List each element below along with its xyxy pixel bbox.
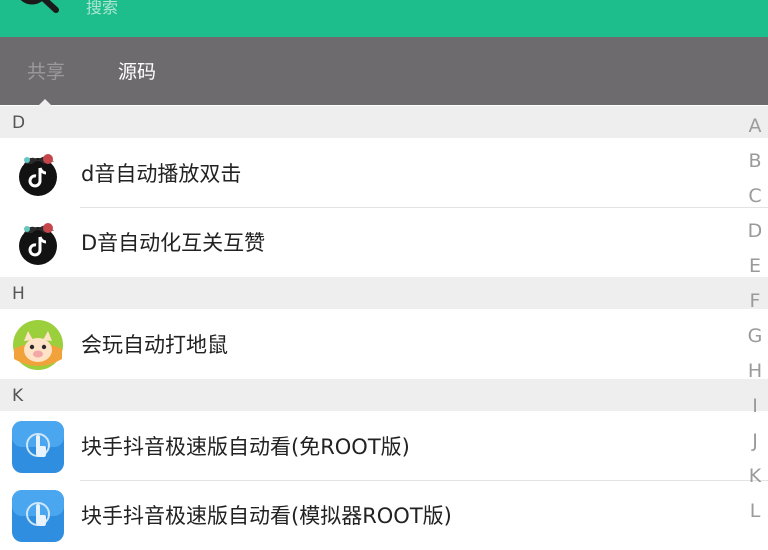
tiktok-ninja-icon: [19, 154, 57, 196]
search-input[interactable]: 搜索: [86, 0, 118, 18]
touch-gesture-icon: [12, 490, 64, 542]
app-name: D音自动化互关互赞: [81, 231, 266, 255]
section-letter: D: [12, 113, 26, 133]
list-item[interactable]: 块手抖音极速版自动看(免ROOT版): [0, 412, 768, 481]
index-letter-f[interactable]: F: [742, 290, 768, 312]
alphabet-index[interactable]: A B C D E F G H I J K L: [742, 108, 768, 522]
index-letter-a[interactable]: A: [742, 115, 768, 137]
index-letter-g[interactable]: G: [742, 325, 768, 347]
list-item[interactable]: d音自动播放双击: [0, 139, 768, 208]
app-name: 块手抖音极速版自动看(免ROOT版): [81, 435, 410, 459]
list-item[interactable]: 块手抖音极速版自动看(模拟器ROOT版): [0, 481, 768, 550]
touch-gesture-icon: [12, 421, 64, 473]
search-icon[interactable]: [14, 0, 70, 26]
index-letter-d[interactable]: D: [742, 220, 768, 242]
cartoon-pig-icon: [13, 320, 63, 370]
section-header-k: K: [0, 379, 768, 411]
section-letter: H: [12, 284, 25, 304]
list-item[interactable]: D音自动化互关互赞: [0, 208, 768, 277]
index-letter-c[interactable]: C: [742, 185, 768, 207]
index-letter-i[interactable]: I: [742, 395, 768, 417]
section-header-h: H: [0, 277, 768, 309]
app-name: d音自动播放双击: [81, 162, 242, 186]
tab-shared[interactable]: 共享: [27, 61, 65, 83]
app-name: 块手抖音极速版自动看(模拟器ROOT版): [81, 504, 452, 528]
index-letter-h[interactable]: H: [742, 360, 768, 382]
tab-bar: 共享 源码: [0, 37, 768, 106]
list-item[interactable]: 会玩自动打地鼠: [0, 310, 768, 379]
index-letter-b[interactable]: B: [742, 150, 768, 172]
app-name: 会玩自动打地鼠: [81, 333, 228, 357]
section-letter: K: [12, 386, 24, 406]
section-header-d: D: [0, 106, 768, 138]
search-bar[interactable]: 搜索: [0, 0, 768, 37]
tab-indicator: [38, 99, 52, 106]
tab-source-code[interactable]: 源码: [118, 61, 156, 83]
index-letter-j[interactable]: J: [742, 430, 768, 452]
index-letter-k[interactable]: K: [742, 465, 768, 487]
index-letter-e[interactable]: E: [742, 255, 768, 277]
tiktok-ninja-icon: [19, 223, 57, 265]
index-letter-l[interactable]: L: [742, 500, 768, 522]
